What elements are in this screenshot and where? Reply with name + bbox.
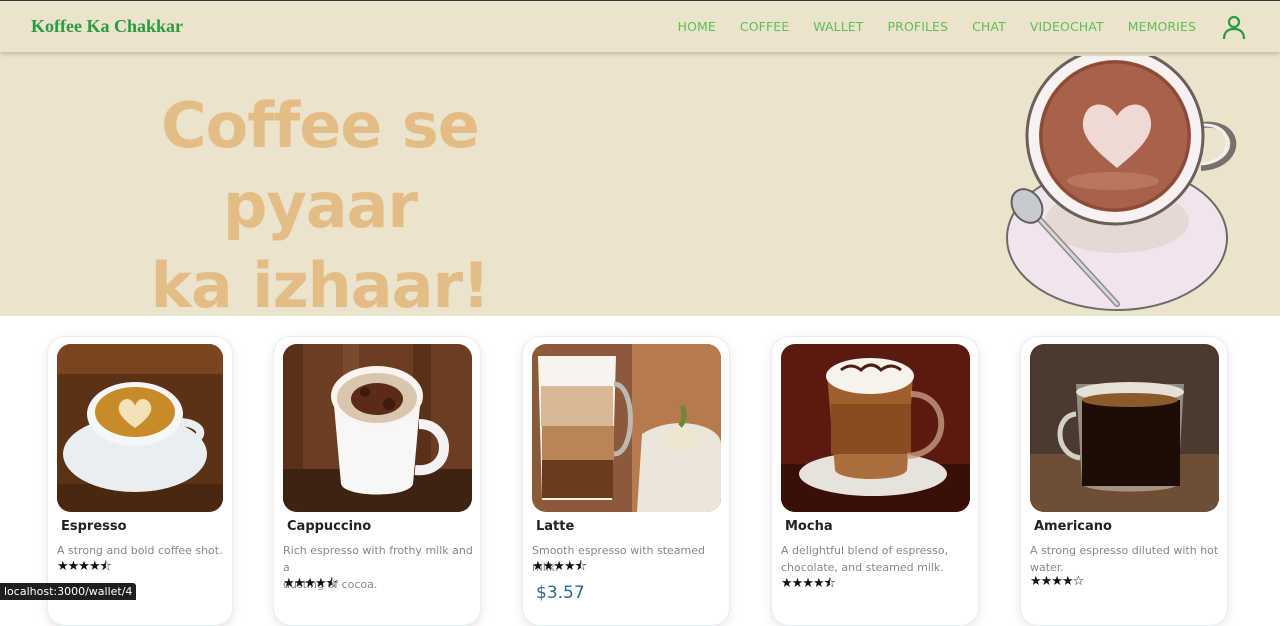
card-description-line: water. [1030,561,1064,574]
browser-status-url: localhost:3000/wallet/4 [0,583,137,600]
card-description: A strong espresso diluted with hot water… [1030,542,1218,576]
latte-image [532,344,721,512]
star-rating: ★★★★⯪ [57,559,112,574]
nav-profiles-link[interactable]: PROFILES [888,19,949,34]
card-title: Latte [536,519,575,534]
card-title: Mocha [785,519,833,534]
coffee-cup-illustration [1006,56,1237,311]
hero-title-line1: Coffee se pyaar [161,89,480,242]
coffee-card-mocha[interactable]: Mocha A delightful blend of espresso, ch… [771,336,979,626]
card-description-line: A strong and bold coffee shot. [57,544,223,557]
hero-banner: Coffee se pyaar ka izhaar! [0,52,1280,322]
hero-title: Coffee se pyaar ka izhaar! [60,86,580,326]
star-rating: ★★★★☆ [1030,574,1084,589]
star-rating: ★★★★⯪ [781,576,836,591]
mocha-image [781,344,970,512]
star-rating: ★★★★⯪ [532,559,587,574]
nav-chat-link[interactable]: CHAT [972,19,1006,34]
nav-videochat-link[interactable]: VIDEOCHAT [1030,19,1104,34]
coffee-card-cappuccino[interactable]: Cappuccino Rich espresso with frothy mil… [273,336,481,626]
espresso-image [57,344,223,512]
price-label: $3.57 [536,583,585,603]
nav-links: HOME COFFEE WALLET PROFILES CHAT VIDEOCH… [678,19,1196,34]
nav-home-link[interactable]: HOME [678,19,716,34]
card-description-line: Rich espresso with frothy milk and a [283,544,473,574]
nav-memories-link[interactable]: MEMORIES [1128,19,1196,34]
navbar: Koffee Ka Chakkar HOME COFFEE WALLET PRO… [0,0,1280,52]
card-description-line: A delightful blend of espresso, [781,544,949,557]
card-title: Americano [1034,519,1112,534]
card-title: Cappuccino [287,519,372,534]
user-icon[interactable] [1221,14,1247,40]
card-description: A delightful blend of espresso, chocolat… [781,542,948,576]
cappuccino-image [283,344,472,512]
coffee-card-americano[interactable]: Americano A strong espresso diluted with… [1020,336,1228,626]
nav-coffee-link[interactable]: COFFEE [740,19,789,34]
card-description-line: chocolate, and steamed milk. [781,561,944,574]
brand-logo[interactable]: Koffee Ka Chakkar [31,16,183,37]
nav-wallet-link[interactable]: WALLET [813,19,863,34]
card-description-line: A strong espresso diluted with hot [1030,544,1219,557]
americano-image [1030,344,1219,512]
star-rating: ★★★★⯪ [283,576,338,591]
card-title: Espresso [61,519,127,534]
coffee-card-latte[interactable]: Latte Smooth espresso with steamed milk.… [522,336,730,626]
hero-title-line2: ka izhaar! [150,249,491,322]
